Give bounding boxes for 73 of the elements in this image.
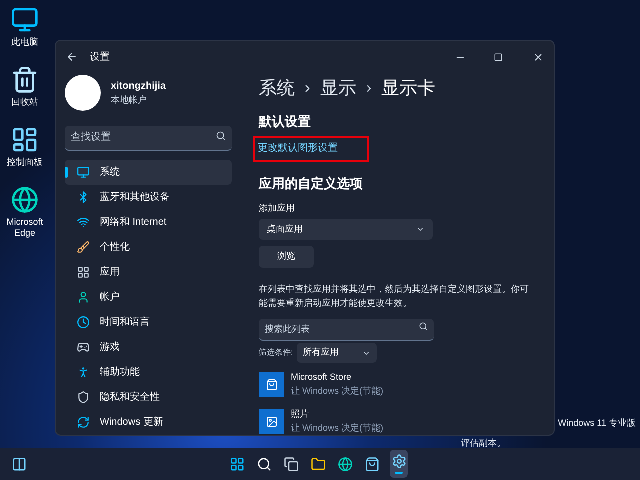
nav-item[interactable]: 帐户 (65, 285, 232, 310)
monitor-icon (77, 166, 90, 179)
window-title: 设置 (90, 50, 110, 64)
app-type-dropdown[interactable]: 桌面应用 (259, 219, 433, 240)
nav-item[interactable]: 网络和 Internet (65, 210, 232, 235)
nav-item[interactable]: 辅助功能 (65, 360, 232, 385)
maximize-icon[interactable] (494, 52, 503, 62)
monitor-icon (11, 6, 39, 34)
browse-button[interactable]: 浏览 (259, 246, 314, 268)
search-icon (216, 131, 226, 141)
search-icon (256, 456, 272, 472)
search-field[interactable]: 查找设置 (65, 126, 232, 150)
breadcrumb-separator: › (305, 78, 310, 98)
description-text: 在列表中查找应用并将其选中，然后为其选择自定义图形设置。你可能需要重新启动应用才能使更改生效。 (259, 283, 530, 310)
breadcrumb-current: 显示卡 (382, 77, 436, 100)
brush-icon (77, 241, 90, 254)
control-panel-icon (11, 126, 39, 154)
folder-icon (310, 456, 326, 472)
nav-item[interactable]: 时间和语言 (65, 310, 232, 335)
store-icon (364, 456, 380, 472)
settings-icon (392, 454, 406, 469)
watermark-text: Windows 11 专业版 (558, 417, 636, 430)
accessibility-icon (77, 366, 90, 379)
desktop-icon-label[interactable]: Microsoft Edge (0, 217, 50, 239)
nav-item[interactable]: Windows 更新 (65, 410, 232, 435)
close-icon[interactable] (533, 52, 544, 62)
watermark-text: 评估副本。 (461, 436, 506, 450)
nav-item[interactable]: 应用 (65, 260, 232, 285)
browser-icon (11, 186, 39, 214)
app-name: 照片 (291, 408, 310, 421)
nav-item[interactable]: 游戏 (65, 335, 232, 360)
account-type: 本地帐户 (111, 94, 148, 107)
app-graphics-setting: 让 Windows 决定(节能) (291, 422, 384, 435)
app-graphics-setting: 让 Windows 决定(节能) (291, 384, 384, 398)
desktop-icon-label[interactable]: 此电脑 (12, 37, 38, 48)
change-graphics-link[interactable]: 更改默认图形设置 (258, 141, 338, 156)
store-icon (266, 378, 278, 390)
browser-icon (338, 456, 352, 472)
bluetooth-icon (77, 191, 90, 204)
photo-icon (266, 416, 278, 428)
trash-icon (11, 66, 39, 94)
nav-item[interactable]: 隐私和安全性 (65, 385, 232, 410)
selection-indicator (65, 167, 68, 178)
section-heading: 默认设置 (259, 113, 312, 131)
breadcrumb-separator: › (366, 78, 372, 98)
section-heading: 应用的自定义选项 (259, 175, 364, 194)
nav-item[interactable]: 蓝牙和其他设备 (65, 185, 232, 210)
search-icon (419, 322, 428, 331)
account-name: xitongzhijia (111, 80, 166, 94)
breadcrumb-item[interactable]: 显示 (320, 75, 356, 102)
desktop-icon-label[interactable]: 回收站 (12, 97, 38, 108)
user-icon (77, 291, 90, 304)
widgets-icon (12, 456, 26, 472)
task-view-icon (284, 456, 298, 472)
update-icon (77, 416, 90, 429)
shield-icon (77, 391, 90, 404)
start-icon (230, 456, 244, 472)
nav-item[interactable]: 系统 (65, 160, 232, 185)
filter-dropdown[interactable]: 所有应用 (297, 343, 378, 363)
active-indicator (395, 472, 403, 474)
app-name: Microsoft Store (291, 371, 353, 384)
filter-label: 筛选条件: (259, 347, 294, 359)
gamepad-icon (77, 341, 90, 354)
apps-icon (77, 266, 90, 279)
back-icon[interactable] (66, 51, 78, 63)
taskbar-button[interactable] (390, 450, 408, 478)
nav-item[interactable]: 个性化 (65, 235, 232, 260)
list-search-field[interactable]: 搜索此列表 (259, 318, 434, 340)
clock-icon (77, 316, 90, 329)
breadcrumb-item[interactable]: 系统 (259, 75, 295, 102)
field-label: 添加应用 (259, 202, 296, 215)
desktop-icon-label[interactable]: 控制面板 (7, 157, 43, 168)
avatar (65, 75, 101, 111)
